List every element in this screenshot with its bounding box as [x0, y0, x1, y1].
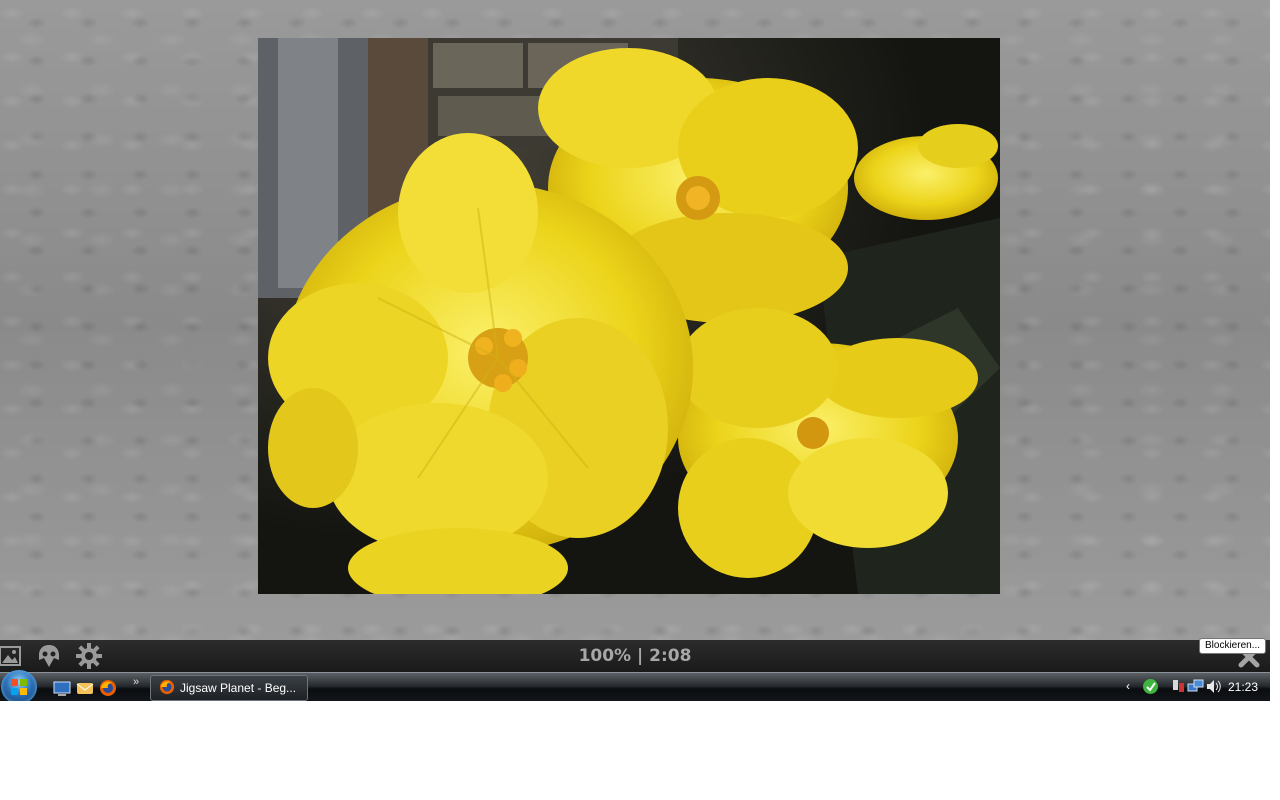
volume-icon[interactable] [1205, 678, 1222, 695]
window-right-edge [1270, 0, 1280, 640]
puzzle-workspace[interactable] [0, 0, 1270, 640]
network-icon[interactable] [1187, 678, 1204, 695]
taskbar-window-label: Jigsaw Planet - Beg... [180, 681, 297, 695]
system-clock[interactable]: 21:23 [1228, 680, 1258, 694]
puzzle-image[interactable] [258, 38, 1000, 594]
quick-launch-overflow[interactable]: » [133, 676, 139, 688]
mail-icon[interactable] [76, 679, 94, 697]
tray-expand-arrow[interactable]: ‹ [1126, 679, 1130, 693]
tooltip-block: Blockieren... [1199, 638, 1267, 654]
windows-start-icon[interactable] [1, 670, 37, 704]
firefox-icon [159, 679, 175, 695]
empty-area-below [0, 701, 1280, 800]
safely-remove-icon[interactable] [1170, 678, 1187, 695]
firefox-icon[interactable] [99, 679, 117, 697]
taskbar-window-jigsaw-planet[interactable]: Jigsaw Planet - Beg... [150, 675, 308, 701]
show-desktop-icon[interactable] [53, 679, 71, 697]
puzzle-toolbar: 100% | 2:08 [0, 640, 1270, 672]
windows-taskbar: » Jigsaw Planet - Beg... ‹ 21:23 [0, 670, 1270, 704]
messenger-icon[interactable] [1142, 678, 1159, 695]
progress-time-status: 100% | 2:08 [578, 646, 692, 666]
